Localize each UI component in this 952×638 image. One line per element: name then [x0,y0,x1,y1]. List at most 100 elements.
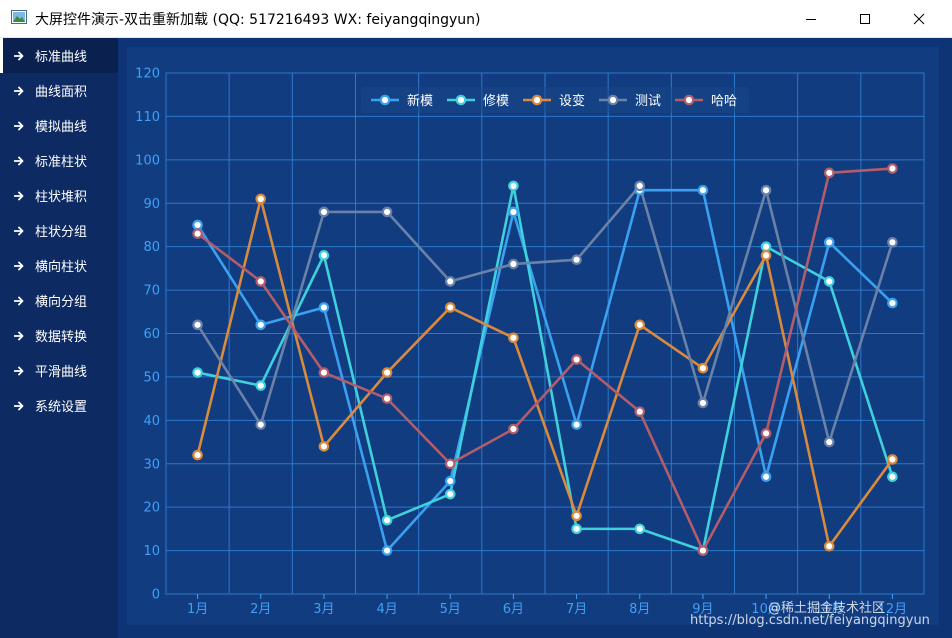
data-point [760,428,772,439]
x-tick-label: 8月 [629,602,650,617]
data-point [887,454,898,465]
y-tick-label: 60 [143,327,160,342]
data-point [255,319,267,331]
x-tick-label: 1月 [187,602,208,617]
y-tick-label: 110 [135,110,160,125]
sidebar-item[interactable]: 柱状堆积 [0,178,118,213]
data-point [192,367,203,378]
csdn-watermark: https://blog.csdn.net/feiyangqingyun [690,613,930,628]
y-tick-label: 120 [135,67,160,82]
data-point [887,297,898,309]
data-point [444,458,456,470]
data-point [571,523,582,535]
sidebar-item[interactable]: 曲线面积 [0,73,118,108]
sidebar-item-label: 柱状堆积 [35,190,88,205]
window-title: 大屏控件演示-双击重新加载 (QQ: 517216493 WX: feiyang… [35,12,481,28]
legend-marker [455,94,467,106]
sidebar-item[interactable]: 模拟曲线 [0,108,118,143]
data-point [887,471,898,483]
sidebar-item-label: 横向柱状 [35,260,88,275]
x-tick-label: 6月 [503,602,524,617]
data-point [760,241,772,252]
data-point [444,488,456,500]
data-point [823,167,835,179]
data-point [697,184,709,196]
sidebar-item[interactable]: 标准曲线 [0,38,118,73]
data-point [255,419,267,430]
chart-panel: 0 10 20 30 40 50 60 70 80 90 100 110 120 1月 2月 3月 4月 5月 6月… [127,47,939,625]
data-point [192,228,203,239]
data-point [571,354,582,365]
data-point [444,276,456,287]
data-point [444,475,456,487]
data-point [381,206,393,218]
sidebar-item-label: 平滑曲线 [35,365,88,380]
arrow-right-icon [14,331,24,340]
sidebar-item-label: 柱状分组 [35,225,88,240]
x-tick-label: 2月 [250,602,271,617]
sidebar-nav: 标准曲线曲线面积模拟曲线标准柱状柱状堆积柱状分组横向柱状横向分组数据转换平滑曲线… [0,38,118,638]
data-point [697,545,709,556]
data-point [697,397,709,409]
title-bar: 大屏控件演示-双击重新加载 (QQ: 517216493 WX: feiyang… [0,0,952,38]
minimize-button[interactable] [788,0,834,37]
data-point [887,237,898,248]
arrow-right-icon [14,296,24,305]
y-tick-label: 50 [143,370,160,385]
sidebar-item-label: 曲线面积 [35,85,88,100]
y-tick-label: 10 [143,544,160,559]
arrow-right-icon [14,121,24,130]
x-tick-label: 4月 [376,602,397,617]
data-point [760,471,772,483]
sidebar-item[interactable]: 标准柱状 [0,143,118,178]
app-icon [11,10,27,24]
data-point [508,258,519,270]
sidebar-item-label: 模拟曲线 [35,120,88,135]
data-point [192,219,203,231]
sidebar-item[interactable]: 横向分组 [0,283,118,318]
data-point [508,332,519,344]
maximize-icon [860,13,870,24]
y-tick-label: 20 [143,501,160,516]
data-point [318,250,330,261]
data-point [508,206,519,218]
data-point [697,362,709,374]
data-point [823,237,835,248]
sidebar-item[interactable]: 数据转换 [0,318,118,353]
sidebar-item[interactable]: 柱状分组 [0,213,118,248]
sidebar-item-label: 标准曲线 [35,50,88,65]
data-point [318,441,330,452]
data-point [381,393,393,404]
data-point [571,510,582,522]
minimize-icon [806,18,816,20]
sidebar-item-label: 系统设置 [35,400,88,415]
data-point [634,523,646,535]
legend-label: 哈哈 [711,94,737,109]
sidebar-item[interactable]: 系统设置 [0,388,118,423]
legend-label: 修模 [483,94,509,109]
close-button[interactable] [896,0,942,37]
data-point [381,545,393,556]
sidebar-item[interactable]: 平滑曲线 [0,353,118,388]
data-point [192,319,203,331]
arrow-right-icon [14,401,24,410]
y-tick-label: 80 [143,240,160,255]
data-point [255,380,267,391]
y-tick-label: 0 [152,588,160,603]
sidebar-item-label: 标准柱状 [35,155,88,170]
data-point [508,180,519,192]
sidebar-item[interactable]: 横向柱状 [0,248,118,283]
data-point [318,302,330,313]
y-tick-label: 30 [143,457,160,472]
data-point [887,163,898,174]
legend-label: 设变 [559,93,585,109]
data-point [508,423,519,435]
x-tick-label: 7月 [566,602,587,617]
arrow-right-icon [14,86,24,95]
data-point [318,367,330,378]
sidebar-item-label: 数据转换 [35,330,88,345]
arrow-right-icon [14,226,24,235]
maximize-button[interactable] [842,0,888,37]
data-point [634,319,646,331]
x-tick-label: 3月 [313,602,334,617]
